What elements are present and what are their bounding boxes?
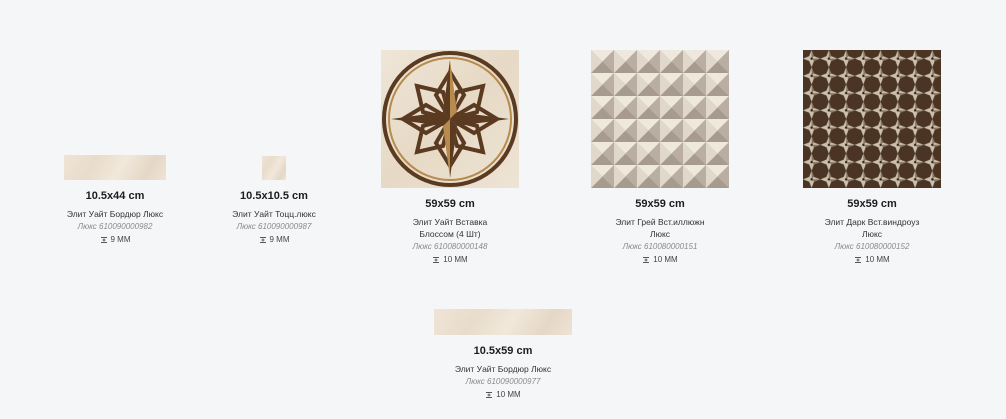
product-card[interactable]: 59x59 cm Элит Грей Вст.иллюжн Люкс Люкс …: [590, 48, 730, 264]
product-code: Люкс 610090000977: [465, 377, 541, 386]
thickness-icon: [486, 391, 493, 398]
product-image[interactable]: [803, 50, 941, 188]
product-card[interactable]: 59x59 cm Элит Уайт Вставка Блоссом (4 Шт…: [380, 48, 520, 264]
product-code: Люкс 610090000987: [236, 222, 312, 231]
product-image-wrap: [434, 309, 572, 335]
product-name[interactable]: Элит Уайт Бордюр Люкс: [455, 363, 551, 375]
thickness-value: 9 MM: [269, 235, 290, 244]
product-code: Люкс 610080000148: [412, 242, 488, 251]
thickness-icon: [100, 236, 107, 243]
thickness-value: 10 MM: [443, 255, 468, 264]
product-thickness: 10 MM: [432, 255, 468, 264]
thickness-value: 10 MM: [496, 390, 521, 399]
product-image-wrap: [803, 48, 941, 188]
product-size: 59x59 cm: [425, 198, 475, 210]
product-thickness: 10 MM: [642, 255, 678, 264]
thickness-icon: [259, 236, 266, 243]
product-image[interactable]: [64, 155, 166, 180]
product-name[interactable]: Элит Уайт Вставка Блоссом (4 Шт): [395, 216, 505, 240]
product-name[interactable]: Элит Дарк Вст.виндроуз Люкс: [817, 216, 927, 240]
product-card[interactable]: 10.5x10.5 cm Элит Уайт Тоцц.люкс Люкс 61…: [220, 40, 328, 244]
product-size: 59x59 cm: [847, 198, 897, 210]
product-image-wrap: [381, 48, 519, 188]
product-image-wrap: [262, 40, 286, 180]
product-name[interactable]: Элит Грей Вст.иллюжн Люкс: [605, 216, 715, 240]
product-name[interactable]: Элит Уайт Бордюр Люкс: [67, 208, 163, 220]
thickness-value: 9 MM: [110, 235, 131, 244]
product-thickness: 10 MM: [485, 390, 521, 399]
thickness-icon: [433, 256, 440, 263]
product-code: Люкс 610080000152: [834, 242, 910, 251]
thickness-value: 10 MM: [653, 255, 678, 264]
product-image-wrap: [591, 48, 729, 188]
product-thickness: 9 MM: [259, 235, 290, 244]
product-thickness: 9 MM: [100, 235, 131, 244]
product-size: 59x59 cm: [635, 198, 685, 210]
product-image[interactable]: [434, 309, 572, 335]
product-image[interactable]: [381, 50, 519, 188]
product-card[interactable]: 59x59 cm Элит Дарк Вст.виндроуз Люкс Люк…: [802, 48, 942, 264]
product-size: 10.5x10.5 cm: [240, 190, 308, 202]
product-size: 10.5x44 cm: [85, 190, 145, 202]
product-card[interactable]: 10.5x44 cm Элит Уайт Бордюр Люкс Люкс 61…: [60, 40, 170, 244]
thickness-icon: [855, 256, 862, 263]
product-image[interactable]: [262, 156, 286, 180]
product-name[interactable]: Элит Уайт Тоцц.люкс: [232, 208, 316, 220]
thickness-icon: [643, 256, 650, 263]
product-size: 10.5x59 cm: [473, 345, 533, 357]
product-code: Люкс 610090000982: [77, 222, 153, 231]
product-code: Люкс 610080000151: [622, 242, 698, 251]
product-image[interactable]: [591, 50, 729, 188]
thickness-value: 10 MM: [865, 255, 890, 264]
product-image-wrap: [64, 40, 166, 180]
product-thickness: 10 MM: [854, 255, 890, 264]
product-card[interactable]: 10.5x59 cm Элит Уайт Бордюр Люкс Люкс 61…: [430, 309, 576, 399]
